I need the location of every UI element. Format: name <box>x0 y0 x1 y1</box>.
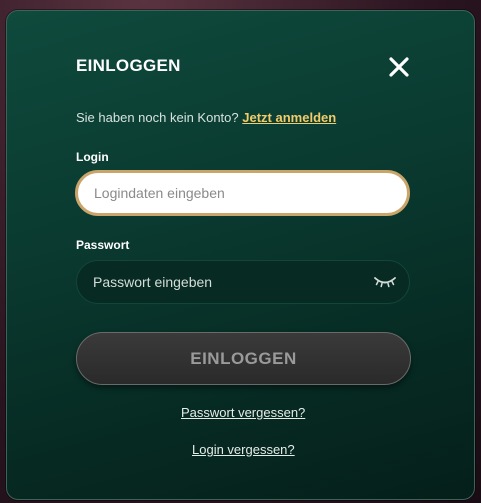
password-input[interactable] <box>77 261 389 303</box>
close-icon <box>389 57 409 77</box>
signup-prompt-line: Sie haben noch kein Konto? Jetzt anmelde… <box>76 110 336 125</box>
forgot-password-link[interactable]: Passwort vergessen? <box>181 405 305 420</box>
login-dialog: EINLOGGEN Sie haben noch kein Konto? Jet… <box>6 10 475 500</box>
login-label: Login <box>76 150 109 164</box>
password-field <box>76 260 410 304</box>
login-input[interactable] <box>75 170 410 216</box>
forgot-login-link[interactable]: Login vergessen? <box>192 442 295 457</box>
dialog-title: EINLOGGEN <box>76 56 181 75</box>
signup-link[interactable]: Jetzt anmelden <box>242 110 336 125</box>
login-submit-button[interactable]: EINLOGGEN <box>76 332 411 385</box>
signup-prompt-text: Sie haben noch kein Konto? <box>76 110 239 125</box>
eye-closed-icon <box>374 277 396 288</box>
show-password-toggle[interactable] <box>373 275 397 289</box>
close-button[interactable] <box>387 55 411 79</box>
password-label: Passwort <box>76 238 130 252</box>
